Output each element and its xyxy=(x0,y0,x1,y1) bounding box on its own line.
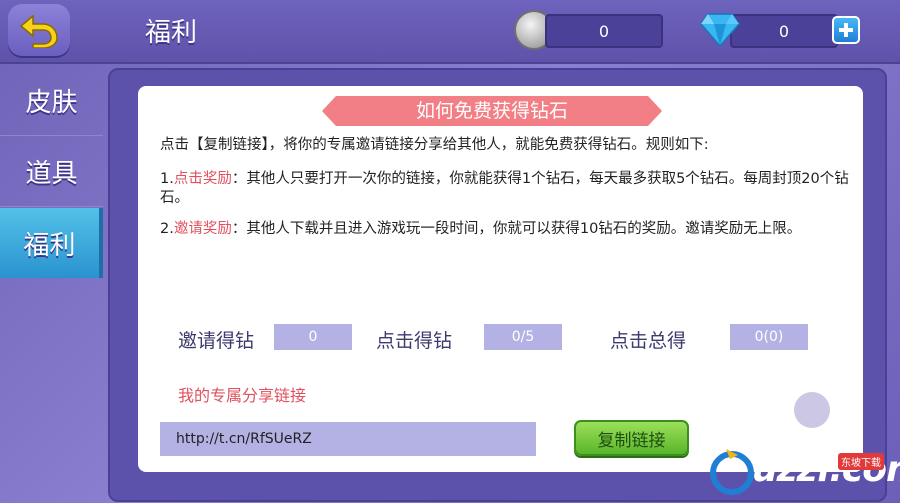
watermark-tag: 东坡下载 xyxy=(838,453,884,470)
coin-counter: 0 xyxy=(545,14,663,48)
sidebar-item-label: 福利 xyxy=(23,230,76,261)
sidebar-item-label: 皮肤 xyxy=(25,88,78,118)
sidebar: 皮肤 道具 福利 xyxy=(0,64,103,503)
stat-label-click: 点击得钻 xyxy=(376,330,453,352)
add-gems-button[interactable] xyxy=(832,16,860,44)
rule-invite-reward: 2.邀请奖励：其他人下载并且进入游戏玩一段时间，你就可以获得10钻石的奖励。邀请… xyxy=(160,220,850,239)
copy-link-button[interactable]: 复制链接 xyxy=(574,420,689,456)
back-arrow-icon xyxy=(19,14,58,48)
plus-icon xyxy=(839,23,853,37)
sidebar-item-props[interactable]: 道具 xyxy=(0,137,103,207)
stat-label-total: 点击总得 xyxy=(610,330,687,352)
share-link-title: 我的专属分享链接 xyxy=(178,386,307,405)
rule-number: 1. xyxy=(160,171,174,187)
rule-title: 点击奖励 xyxy=(173,171,232,187)
stat-value-invite: 0 xyxy=(274,324,352,350)
stat-label-invite: 邀请得钻 xyxy=(178,330,255,352)
rule-text: ：其他人下载并且进入游戏玩一段时间，你就可以获得10钻石的奖励。邀请奖励无上限。 xyxy=(231,221,802,237)
rule-click-reward: 1.点击奖励：其他人只要打开一次你的链接，你就能获得1个钻石，每天最多获取5个钻… xyxy=(160,170,850,208)
intro-text: 点击【复制链接】，将你的专属邀请链接分享给其他人，就能免费获得钻石。规则如下: xyxy=(160,137,709,153)
back-button[interactable] xyxy=(8,4,70,56)
sidebar-item-skins[interactable]: 皮肤 xyxy=(0,66,103,136)
share-link-field[interactable]: http://t.cn/RfSUeRZ xyxy=(160,422,536,456)
page-title: 福利 xyxy=(145,18,198,48)
section-banner: 如何免费获得钻石 xyxy=(322,96,662,126)
sidebar-item-label: 道具 xyxy=(25,159,78,189)
watermark-logo-icon xyxy=(710,449,754,495)
sidebar-item-welfare[interactable]: 福利 xyxy=(0,208,103,278)
rule-text: ：其他人只要打开一次你的链接，你就能获得1个钻石，每天最多获取5个钻石。每周封顶… xyxy=(160,171,849,206)
watermark: uzzf.com 东坡下载 xyxy=(708,445,900,501)
gem-counter: 0 xyxy=(730,14,838,48)
diamond-icon xyxy=(700,13,740,48)
stat-value-click: 0/5 xyxy=(484,324,562,350)
rule-number: 2. xyxy=(160,221,174,237)
rule-title: 邀请奖励 xyxy=(173,221,232,237)
